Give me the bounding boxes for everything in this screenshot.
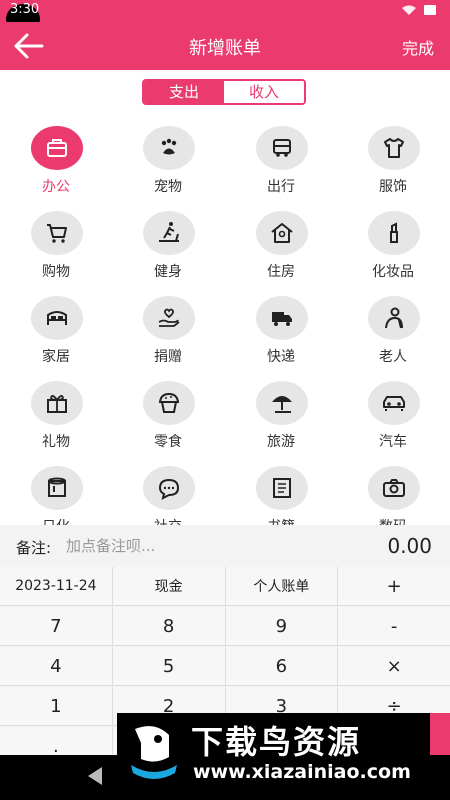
- bus-icon: [256, 126, 308, 170]
- cart-icon: [31, 211, 83, 255]
- category-house[interactable]: 住房: [225, 205, 337, 290]
- amount-display: 0.00: [387, 534, 432, 558]
- category-car[interactable]: 汽车: [337, 375, 449, 460]
- truck-icon: [256, 296, 308, 340]
- elder-icon: [368, 296, 420, 340]
- briefcase-icon: [31, 126, 83, 170]
- account-key[interactable]: 个人账单: [225, 567, 339, 606]
- camera-icon: [368, 466, 420, 510]
- category-shirt[interactable]: 服饰: [337, 120, 449, 205]
- status-bar: 3:30: [0, 0, 450, 34]
- category-truck[interactable]: 快递: [225, 290, 337, 375]
- category-label: 社交: [112, 516, 224, 525]
- house-icon: [256, 211, 308, 255]
- category-briefcase[interactable]: 办公: [0, 120, 112, 205]
- umbrella-icon: [256, 381, 308, 425]
- category-label: 数码: [337, 516, 449, 525]
- category-label: 旅游: [267, 434, 295, 450]
- treadmill-icon: [143, 211, 195, 255]
- category-cupcake[interactable]: 零食: [112, 375, 224, 460]
- category-umbrella[interactable]: 旅游: [225, 375, 337, 460]
- tissue-icon: [31, 466, 83, 510]
- key-4[interactable]: 4: [0, 647, 113, 686]
- tab-income[interactable]: 收入: [224, 81, 304, 103]
- plus-key[interactable]: +: [338, 567, 450, 606]
- key-7[interactable]: 7: [0, 607, 113, 646]
- date-key[interactable]: 2023-11-24: [0, 567, 113, 606]
- key-9[interactable]: 9: [225, 607, 339, 646]
- key-1[interactable]: 1: [0, 687, 113, 726]
- key-6[interactable]: 6: [225, 647, 339, 686]
- category-label: 出行: [267, 179, 295, 195]
- note-label: 备注:: [16, 539, 52, 557]
- watermark-text: 下载鸟资源: [191, 723, 362, 761]
- type-toggle: 支出 收入: [142, 79, 306, 105]
- minus-key[interactable]: -: [338, 607, 450, 646]
- category-label: 汽车: [379, 434, 407, 450]
- chat-icon: [143, 466, 195, 510]
- category-gift[interactable]: 礼物: [0, 375, 112, 460]
- category-paw[interactable]: 宠物: [112, 120, 224, 205]
- category-cart[interactable]: 购物: [0, 205, 112, 290]
- lipstick-icon: [368, 211, 420, 255]
- confirm-button[interactable]: [430, 713, 450, 755]
- category-label: 捐赠: [154, 349, 182, 365]
- category-label: 宠物: [154, 179, 182, 195]
- category-camera[interactable]: 数码: [337, 460, 449, 525]
- watermark-url: www.xiazainiao.com: [193, 761, 411, 783]
- category-label: 办公: [42, 179, 70, 195]
- category-label: 书籍: [225, 516, 337, 525]
- cupcake-icon: [143, 381, 195, 425]
- category-label: 购物: [42, 264, 70, 280]
- category-label: 住房: [267, 264, 295, 280]
- category-label: 日化: [0, 516, 112, 525]
- page-title: 新增账单: [189, 38, 261, 59]
- payment-method-key[interactable]: 现金: [112, 567, 226, 606]
- category-label: 服饰: [379, 179, 407, 195]
- book-icon: [256, 466, 308, 510]
- watermark: 下载鸟资源 www.xiazainiao.com: [117, 713, 430, 790]
- category-elder[interactable]: 老人: [337, 290, 449, 375]
- done-button[interactable]: 完成: [402, 35, 434, 59]
- keypad-row: 4 5 6 ×: [0, 647, 450, 686]
- category-bus[interactable]: 出行: [225, 120, 337, 205]
- nav-back-icon[interactable]: [88, 767, 102, 785]
- status-time: 3:30: [10, 2, 40, 17]
- category-label: 零食: [154, 434, 182, 450]
- key-8[interactable]: 8: [112, 607, 226, 646]
- category-label: 家居: [42, 349, 70, 365]
- category-label: 老人: [379, 349, 407, 365]
- tab-expense[interactable]: 支出: [144, 81, 224, 103]
- note-input[interactable]: [64, 533, 318, 559]
- category-grid: 办公 宠物 出行 服饰购物 健身 住房 化妆品家居 捐赠 快递 老人礼物 零食 旅游 汽车日化社交书籍数…: [0, 120, 450, 525]
- app-header: 新增账单 完成: [0, 22, 450, 70]
- category-bed[interactable]: 家居: [0, 290, 112, 375]
- category-treadmill[interactable]: 健身: [112, 205, 224, 290]
- heart-hand-icon: [143, 296, 195, 340]
- category-label: 化妆品: [372, 264, 414, 280]
- paw-icon: [143, 126, 195, 170]
- category-lipstick[interactable]: 化妆品: [337, 205, 449, 290]
- category-heart-hand[interactable]: 捐赠: [112, 290, 224, 375]
- category-label: 礼物: [42, 434, 70, 450]
- gift-icon: [31, 381, 83, 425]
- key-5[interactable]: 5: [112, 647, 226, 686]
- category-label: 健身: [154, 264, 182, 280]
- bed-icon: [31, 296, 83, 340]
- keypad-row: 789-: [0, 607, 450, 646]
- keypad-row: 2023-11-24 现金 个人账单 +: [0, 567, 450, 606]
- wifi-battery-icon: [400, 4, 440, 19]
- category-label: 快递: [267, 349, 295, 365]
- shirt-icon: [368, 126, 420, 170]
- category-chat[interactable]: 社交: [112, 460, 224, 525]
- note-row: 备注: 0.00: [0, 525, 450, 568]
- multiply-key[interactable]: ×: [338, 647, 450, 686]
- category-tissue[interactable]: 日化: [0, 460, 112, 525]
- category-book[interactable]: 书籍: [225, 460, 337, 525]
- car-icon: [368, 381, 420, 425]
- bird-logo-icon: [131, 726, 177, 779]
